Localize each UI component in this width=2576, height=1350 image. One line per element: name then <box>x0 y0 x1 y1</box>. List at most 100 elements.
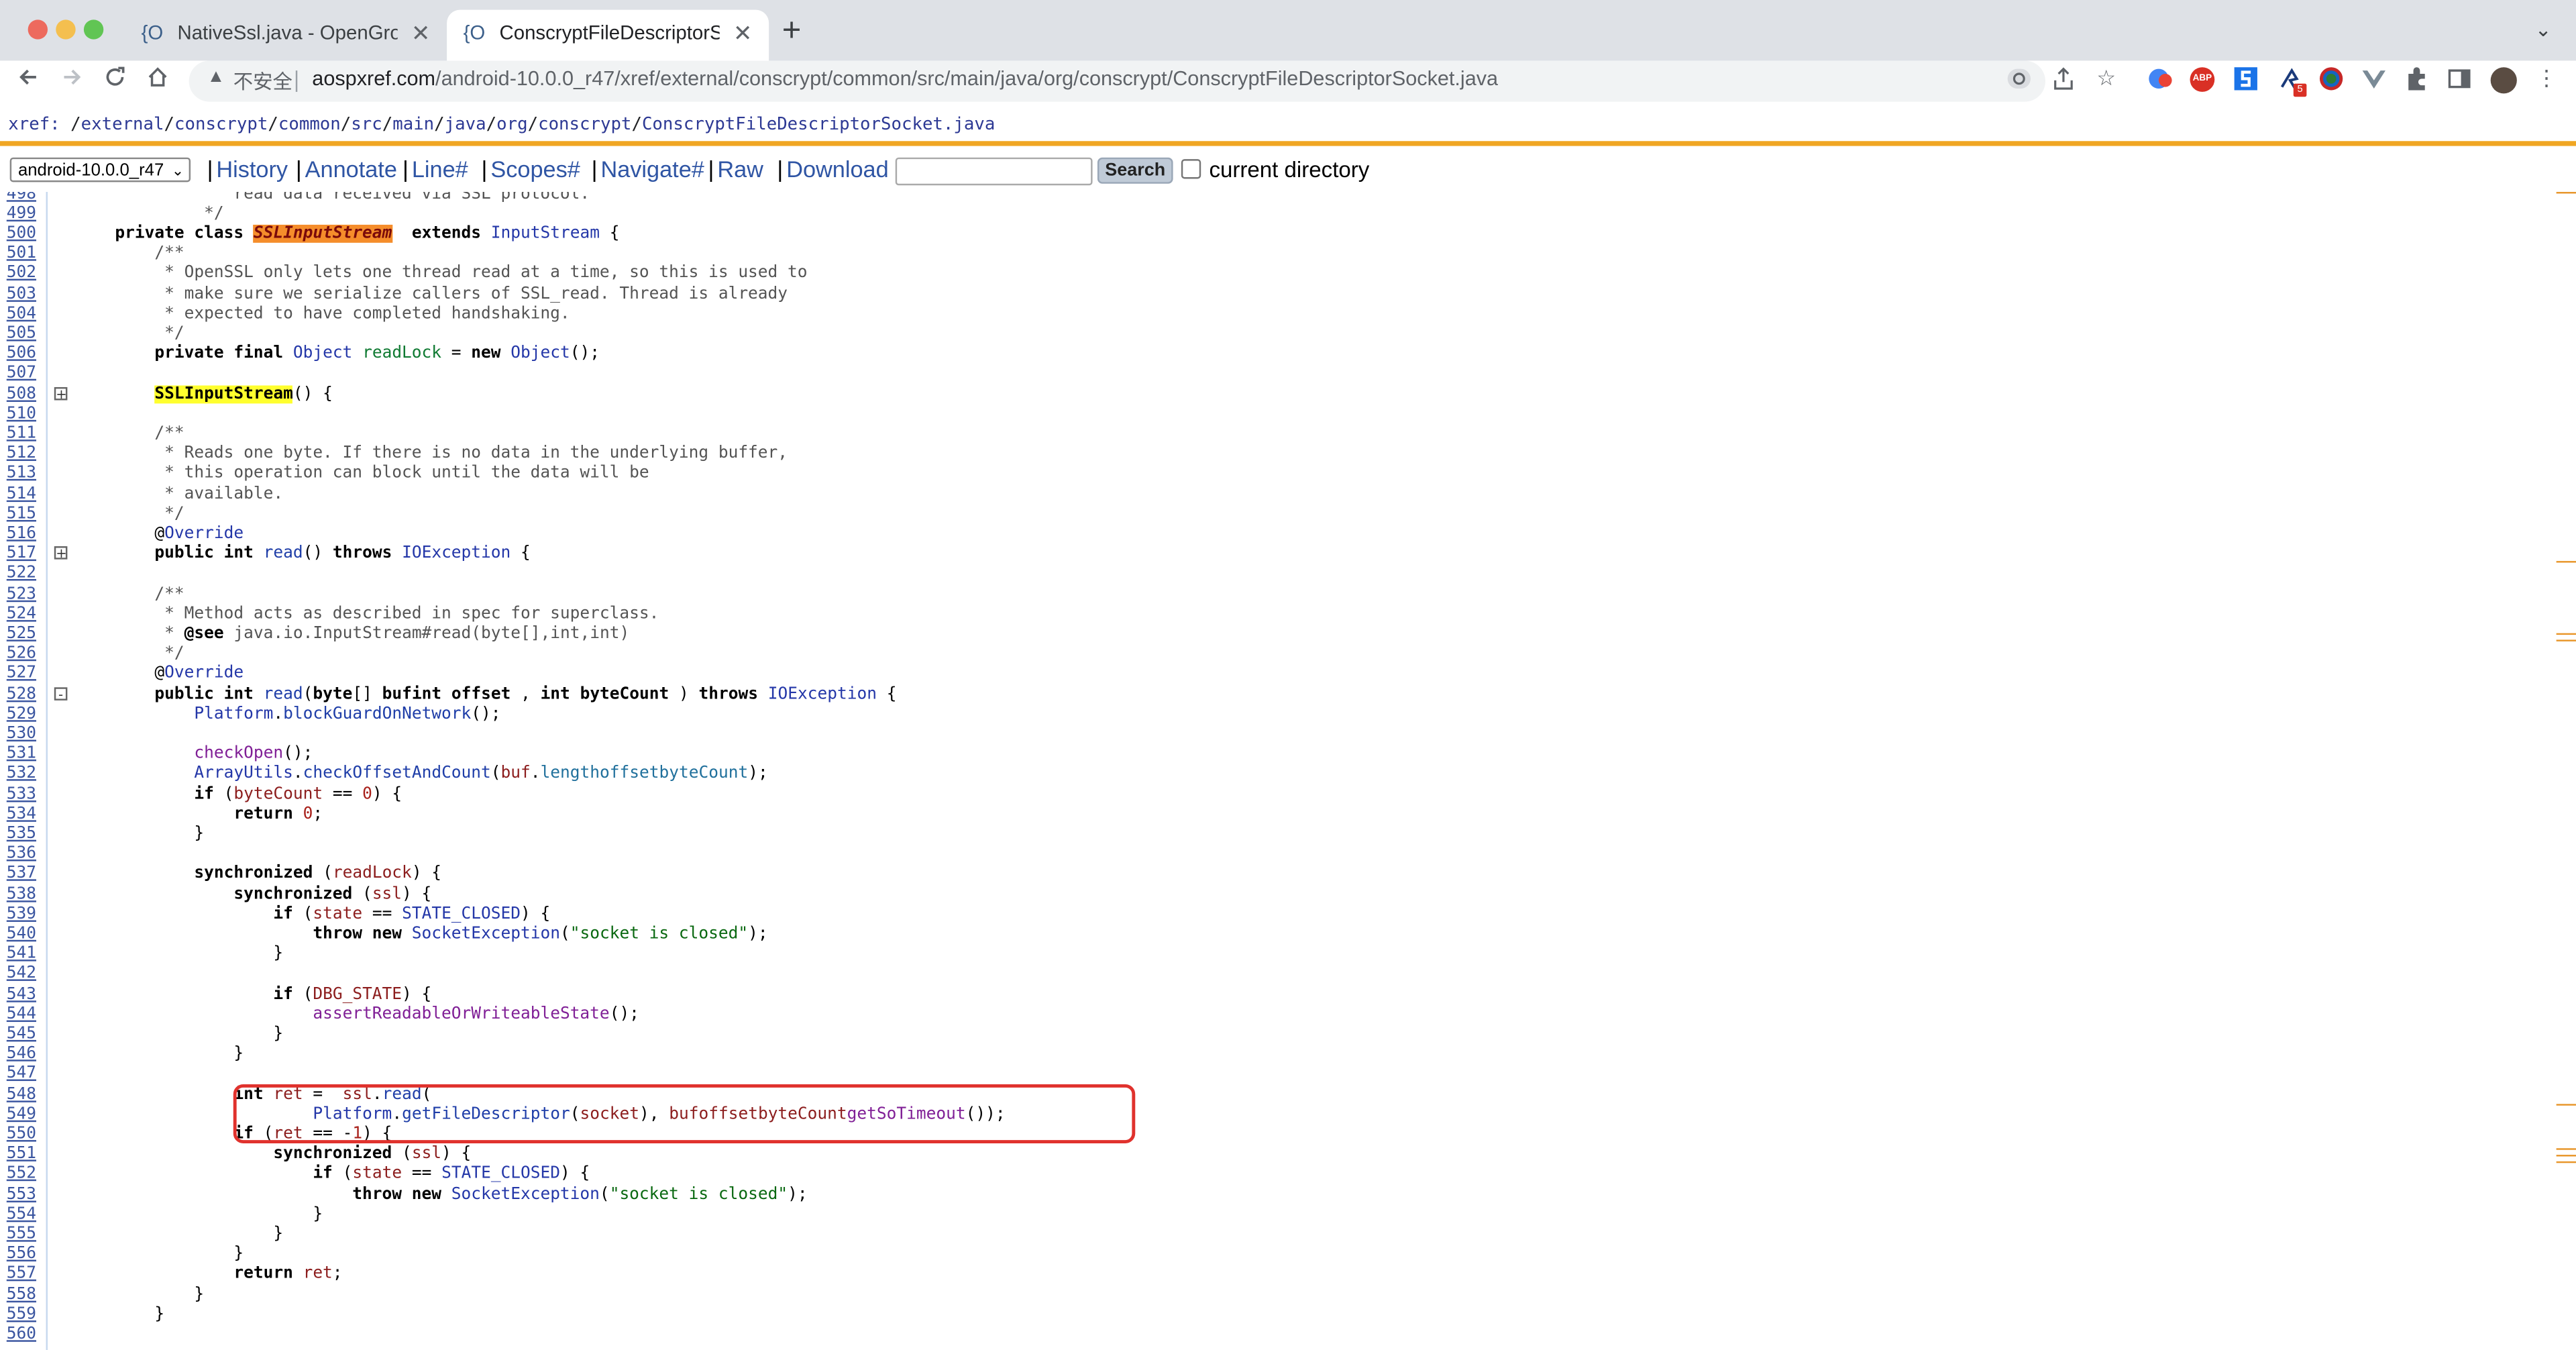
line-number-link[interactable]: 544 <box>7 1005 36 1025</box>
line-number-link[interactable]: 508 <box>7 384 36 404</box>
menu-raw-label[interactable]: Raw <box>717 156 763 182</box>
code-token[interactable]: ArrayUtils <box>194 765 292 783</box>
code-token[interactable]: read <box>264 545 303 563</box>
line-number-link[interactable]: 504 <box>7 305 36 324</box>
code-token[interactable]: Object <box>293 345 352 363</box>
breadcrumb-link[interactable]: common <box>278 115 341 134</box>
translate-icon[interactable] <box>2147 66 2174 92</box>
line-number-link[interactable]: 545 <box>7 1025 36 1045</box>
line-number-link[interactable]: 558 <box>7 1285 36 1304</box>
code-token[interactable]: length <box>541 765 600 783</box>
line-number-link[interactable]: 517 <box>7 545 36 564</box>
code-token[interactable]: blockGuardOnNetwork <box>283 705 471 723</box>
code-token[interactable]: Object <box>511 345 570 363</box>
code-token[interactable]: readLock <box>333 865 412 883</box>
code-token[interactable]: Override <box>164 525 244 543</box>
address-bar[interactable]: ▲ 不安全 aospxref.com/android-10.0.0_r47/xr… <box>189 60 2046 102</box>
expand-fold-icon[interactable]: + <box>54 546 68 560</box>
line-number-link[interactable]: 554 <box>7 1205 36 1225</box>
new-tab-button[interactable]: + <box>782 15 802 48</box>
line-number-link[interactable]: 535 <box>7 825 36 844</box>
expand-fold-icon[interactable]: + <box>54 386 68 401</box>
line-number-link[interactable]: 557 <box>7 1265 36 1285</box>
line-number-link[interactable]: 498 <box>7 192 36 204</box>
line-number-link[interactable]: 500 <box>7 225 36 244</box>
line-number-link[interactable]: 522 <box>7 565 36 584</box>
line-number-link[interactable]: 550 <box>7 1125 36 1145</box>
breadcrumb-link[interactable]: src <box>351 115 382 134</box>
code-token[interactable]: byteCount <box>659 765 749 783</box>
code-token[interactable]: buf <box>501 765 531 783</box>
line-number-link[interactable]: 541 <box>7 945 36 964</box>
lens-icon[interactable] <box>2006 66 2032 92</box>
collapse-fold-icon[interactable]: - <box>54 686 68 700</box>
menu-scopes-label[interactable]: Scopes# <box>490 156 580 182</box>
code-token[interactable]: InputStream <box>491 225 600 243</box>
line-number-link[interactable]: 501 <box>7 244 36 264</box>
line-number-link[interactable]: 534 <box>7 805 36 825</box>
code-token[interactable]: STATE_CLOSED <box>402 905 521 923</box>
line-number-link[interactable]: 502 <box>7 264 36 284</box>
maximize-window-button[interactable] <box>83 19 104 40</box>
breadcrumb-link[interactable]: conscrypt <box>538 115 631 134</box>
code-token[interactable]: checkOpen <box>194 745 283 763</box>
line-number-link[interactable]: 538 <box>7 885 36 904</box>
line-number-link[interactable]: 559 <box>7 1305 36 1325</box>
line-number-link[interactable]: 547 <box>7 1065 36 1084</box>
line-number-link[interactable]: 511 <box>7 425 36 444</box>
menu-scopes[interactable]: | Scopes# <box>482 154 580 184</box>
line-number-link[interactable]: 531 <box>7 745 36 764</box>
line-number-link[interactable]: 503 <box>7 284 36 304</box>
line-number-link[interactable]: 527 <box>7 665 36 684</box>
breadcrumb-link[interactable]: conscrypt <box>174 115 268 134</box>
code-token[interactable]: DBG_STATE <box>313 985 402 1003</box>
menu-annotate-label[interactable]: Annotate <box>305 156 397 182</box>
line-number-link[interactable]: 515 <box>7 505 36 524</box>
profile-avatar-icon[interactable] <box>2490 67 2517 94</box>
line-number-link[interactable]: 532 <box>7 765 36 784</box>
line-number-link[interactable]: 526 <box>7 645 36 664</box>
line-number-link[interactable]: 506 <box>7 345 36 364</box>
adblock-plus-icon[interactable]: ABP <box>2190 67 2215 92</box>
code-token[interactable]: Platform <box>194 705 273 723</box>
line-number-link[interactable]: 512 <box>7 445 36 464</box>
search-input[interactable] <box>895 157 1093 186</box>
line-number-link[interactable]: 529 <box>7 705 36 724</box>
tab-conscrypt-socket[interactable]: {O ConscryptFileDescriptorSocke ✕ <box>447 9 769 61</box>
menu-history-label[interactable]: History <box>216 156 288 182</box>
code-token[interactable]: IOException <box>402 545 511 563</box>
line-number-link[interactable]: 524 <box>7 605 36 624</box>
breadcrumb-link[interactable]: main <box>392 115 434 134</box>
code-token[interactable]: ret <box>303 1265 333 1284</box>
line-number-link[interactable]: 510 <box>7 405 36 424</box>
line-number-link[interactable]: 499 <box>7 205 36 224</box>
line-number-link[interactable]: 516 <box>7 525 36 544</box>
sidepanel-icon[interactable] <box>2447 66 2473 92</box>
reload-icon[interactable] <box>103 66 126 99</box>
close-tab-icon[interactable]: ✕ <box>733 10 753 56</box>
line-number-link[interactable]: 514 <box>7 484 36 504</box>
line-number-link[interactable]: 549 <box>7 1105 36 1125</box>
share-icon[interactable] <box>2050 66 2076 92</box>
puzzle-extensions-icon[interactable] <box>2404 66 2430 92</box>
code-token[interactable]: ssl <box>412 1145 441 1163</box>
line-number-link[interactable]: 560 <box>7 1325 36 1345</box>
code-token[interactable]: SocketException <box>412 925 560 943</box>
line-number-link[interactable]: 528 <box>7 685 36 705</box>
forward-arrow-icon[interactable] <box>61 66 84 99</box>
menu-download[interactable]: | Download <box>777 154 888 184</box>
line-number-link[interactable]: 539 <box>7 905 36 925</box>
xref-root-link[interactable]: xref: <box>8 115 60 134</box>
code-token[interactable]: byteCount <box>233 785 323 803</box>
code-token[interactable]: readLock <box>362 345 441 363</box>
line-number-link[interactable]: 507 <box>7 364 36 384</box>
line-number-link[interactable]: 533 <box>7 785 36 804</box>
s-extension-icon[interactable] <box>2233 66 2259 92</box>
line-number-link[interactable]: 551 <box>7 1145 36 1165</box>
line-number-link[interactable]: 548 <box>7 1085 36 1104</box>
code-token[interactable]: SocketException <box>451 1185 600 1203</box>
line-number-link[interactable]: 540 <box>7 925 36 945</box>
line-number-link[interactable]: 536 <box>7 845 36 864</box>
line-number-link[interactable]: 555 <box>7 1225 36 1245</box>
code-token[interactable]: state <box>313 905 362 923</box>
